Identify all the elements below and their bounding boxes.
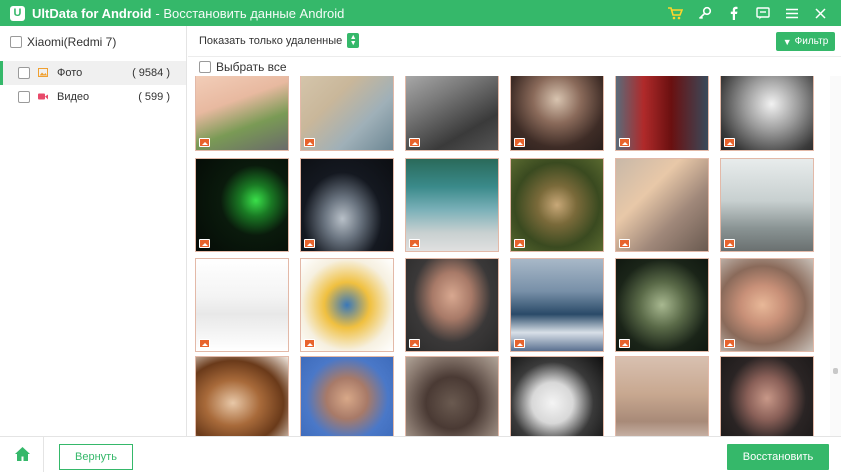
sidebar-item-label: Видео: [57, 91, 90, 103]
scrollbar-thumb[interactable]: [833, 368, 838, 374]
image-icon: [199, 339, 210, 348]
chat-icon[interactable]: [748, 0, 777, 26]
image-icon: [514, 239, 525, 248]
thumbnail[interactable]: [195, 356, 289, 436]
image-icon: [514, 339, 525, 348]
select-arrows-icon[interactable]: ▲ ▼: [347, 33, 360, 48]
sidebar: Xiaomi(Redmi 7) Фото ( 9584 ) Видео ( 59…: [0, 26, 187, 436]
photo-checkbox[interactable]: [18, 67, 30, 79]
thumbnail[interactable]: [300, 356, 394, 436]
facebook-icon[interactable]: [719, 0, 748, 26]
thumbnail[interactable]: [510, 258, 604, 352]
select-all[interactable]: Выбрать все: [199, 60, 287, 74]
image-icon: [619, 339, 630, 348]
video-icon: [38, 93, 48, 100]
image-icon: [304, 239, 315, 248]
select-all-label: Выбрать все: [216, 60, 287, 74]
sidebar-item-video[interactable]: Видео ( 599 ): [0, 85, 186, 109]
thumbnail[interactable]: [615, 158, 709, 252]
title-bar: U UltData for Android - Восстановить дан…: [0, 0, 841, 26]
thumbnail[interactable]: [195, 258, 289, 352]
sidebar-item-count: ( 9584 ): [132, 67, 170, 79]
home-icon[interactable]: [14, 446, 31, 462]
app-subtitle: - Восстановить данные Android: [155, 5, 345, 21]
thumbnail-grid: [188, 76, 828, 436]
thumbnail[interactable]: [510, 76, 604, 151]
key-icon[interactable]: [690, 0, 719, 26]
thumbnail[interactable]: [405, 258, 499, 352]
thumbnail[interactable]: [615, 356, 709, 436]
image-icon: [199, 138, 210, 147]
thumbnail[interactable]: [720, 258, 814, 352]
sidebar-item-photo[interactable]: Фото ( 9584 ): [0, 61, 186, 85]
thumbnail[interactable]: [720, 76, 814, 151]
device-name: Xiaomi(Redmi 7): [27, 35, 117, 49]
image-icon: [619, 239, 630, 248]
image-icon: [304, 138, 315, 147]
thumbnail[interactable]: [510, 356, 604, 436]
bottom-bar: Вернуть Восстановить: [0, 436, 841, 472]
image-icon: [619, 138, 630, 147]
photo-icon: [38, 68, 48, 77]
image-icon: [724, 239, 735, 248]
thumbnail[interactable]: [300, 258, 394, 352]
scrollbar-track[interactable]: [830, 76, 841, 436]
sidebar-item-count: ( 599 ): [138, 91, 170, 103]
filter-select-value: Показать только удаленные: [199, 34, 343, 47]
device-row[interactable]: Xiaomi(Redmi 7): [10, 35, 116, 49]
bottom-divider: [43, 437, 44, 472]
cart-icon[interactable]: [661, 0, 690, 26]
image-icon: [304, 339, 315, 348]
thumbnail[interactable]: [405, 76, 499, 151]
app-logo: U: [10, 5, 25, 21]
thumbnail[interactable]: [510, 158, 604, 252]
filter-button[interactable]: ▼ Фильтр: [776, 32, 835, 51]
image-icon: [724, 339, 735, 348]
thumbnail[interactable]: [300, 158, 394, 252]
image-icon: [409, 138, 420, 147]
device-checkbox[interactable]: [10, 36, 22, 48]
thumbnail[interactable]: [720, 356, 814, 436]
image-icon: [199, 239, 210, 248]
thumbnail[interactable]: [405, 158, 499, 252]
back-button[interactable]: Вернуть: [59, 444, 133, 470]
app-window: U UltData for Android - Восстановить дан…: [0, 0, 841, 472]
filter-select[interactable]: Показать только удаленные ▲ ▼: [199, 33, 360, 48]
app-name: UltData for Android: [32, 5, 152, 21]
image-icon: [514, 138, 525, 147]
thumbnail[interactable]: [615, 258, 709, 352]
thumbnail[interactable]: [300, 76, 394, 151]
thumbnail[interactable]: [615, 76, 709, 151]
select-all-checkbox[interactable]: [199, 61, 211, 73]
funnel-icon: ▼: [782, 36, 792, 47]
restore-button[interactable]: Восстановить: [727, 444, 829, 470]
filter-button-label: Фильтр: [794, 36, 829, 47]
thumbnail[interactable]: [405, 356, 499, 436]
close-icon[interactable]: [806, 0, 835, 26]
thumbnail[interactable]: [720, 158, 814, 252]
video-checkbox[interactable]: [18, 91, 30, 103]
image-icon: [409, 239, 420, 248]
image-icon: [409, 339, 420, 348]
title-bar-icons: [661, 0, 835, 26]
thumbnail[interactable]: [195, 158, 289, 252]
toolbar-divider: [188, 56, 841, 57]
menu-icon[interactable]: [777, 0, 806, 26]
sidebar-item-label: Фото: [57, 67, 83, 79]
thumbnail[interactable]: [195, 76, 289, 151]
toolbar: Показать только удаленные ▲ ▼ ▼ Фильтр: [188, 26, 841, 56]
image-icon: [724, 138, 735, 147]
